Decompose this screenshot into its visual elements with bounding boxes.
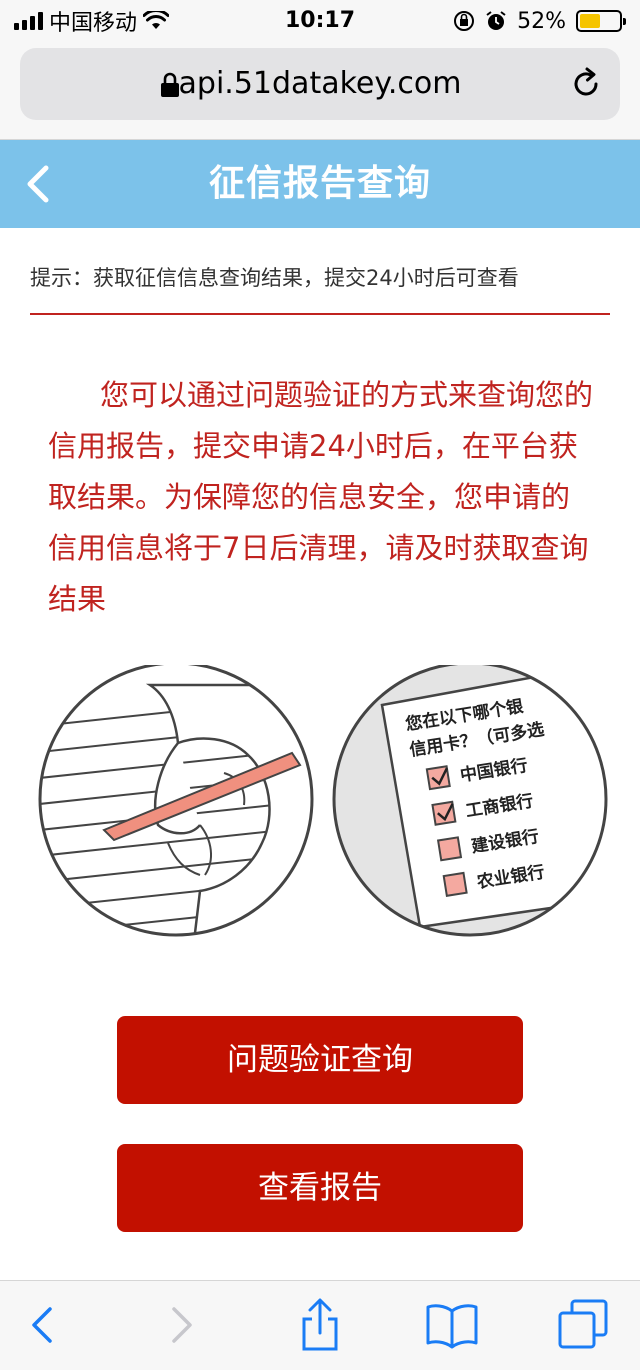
address-bar[interactable]: api.51datakey.com	[20, 48, 620, 120]
status-bar: 中国移动 10:17 52%	[0, 0, 640, 40]
orientation-lock-icon	[454, 11, 475, 31]
browser-forward-icon[interactable]	[154, 1297, 210, 1353]
browser-back-icon[interactable]	[14, 1297, 70, 1353]
page-title: 征信报告查询	[208, 163, 431, 204]
battery-level	[580, 14, 600, 28]
browser-address-area: api.51datakey.com	[0, 40, 640, 140]
bookmarks-icon[interactable]	[424, 1297, 480, 1353]
browser-toolbar	[0, 1280, 640, 1370]
intro-text: 您可以通过问题验证的方式来查询您的信用报告，提交申请24小时后，在平台获取结果。…	[48, 378, 594, 616]
hand-writing-illustration	[38, 665, 314, 937]
reload-icon[interactable]	[568, 66, 604, 102]
checkbox-4	[442, 871, 468, 897]
question-verify-query-button[interactable]: 问题验证查询	[117, 1016, 523, 1104]
tabs-icon[interactable]	[556, 1297, 612, 1353]
battery-percent: 52%	[517, 8, 566, 34]
checkbox-3	[436, 836, 463, 862]
illustration: 您在以下哪个银 信用卡？（可多选 中国银行 工商银行 建设银行 农业银行	[38, 665, 608, 937]
tip-text: 提示：获取征信信息查询结果，提交24小时后可查看	[30, 266, 519, 290]
battery-icon	[576, 10, 626, 32]
view-report-button[interactable]: 查看报告	[117, 1144, 523, 1232]
status-right: 52%	[453, 6, 626, 36]
url-text: api.51datakey.com	[178, 66, 462, 101]
share-icon[interactable]	[292, 1297, 348, 1353]
app-header: 征信报告查询	[0, 140, 640, 228]
alarm-icon	[486, 11, 506, 30]
checklist-illustration: 您在以下哪个银 信用卡？（可多选 中国银行 工商银行 建设银行 农业银行	[332, 665, 608, 937]
tip-divider	[30, 313, 610, 315]
